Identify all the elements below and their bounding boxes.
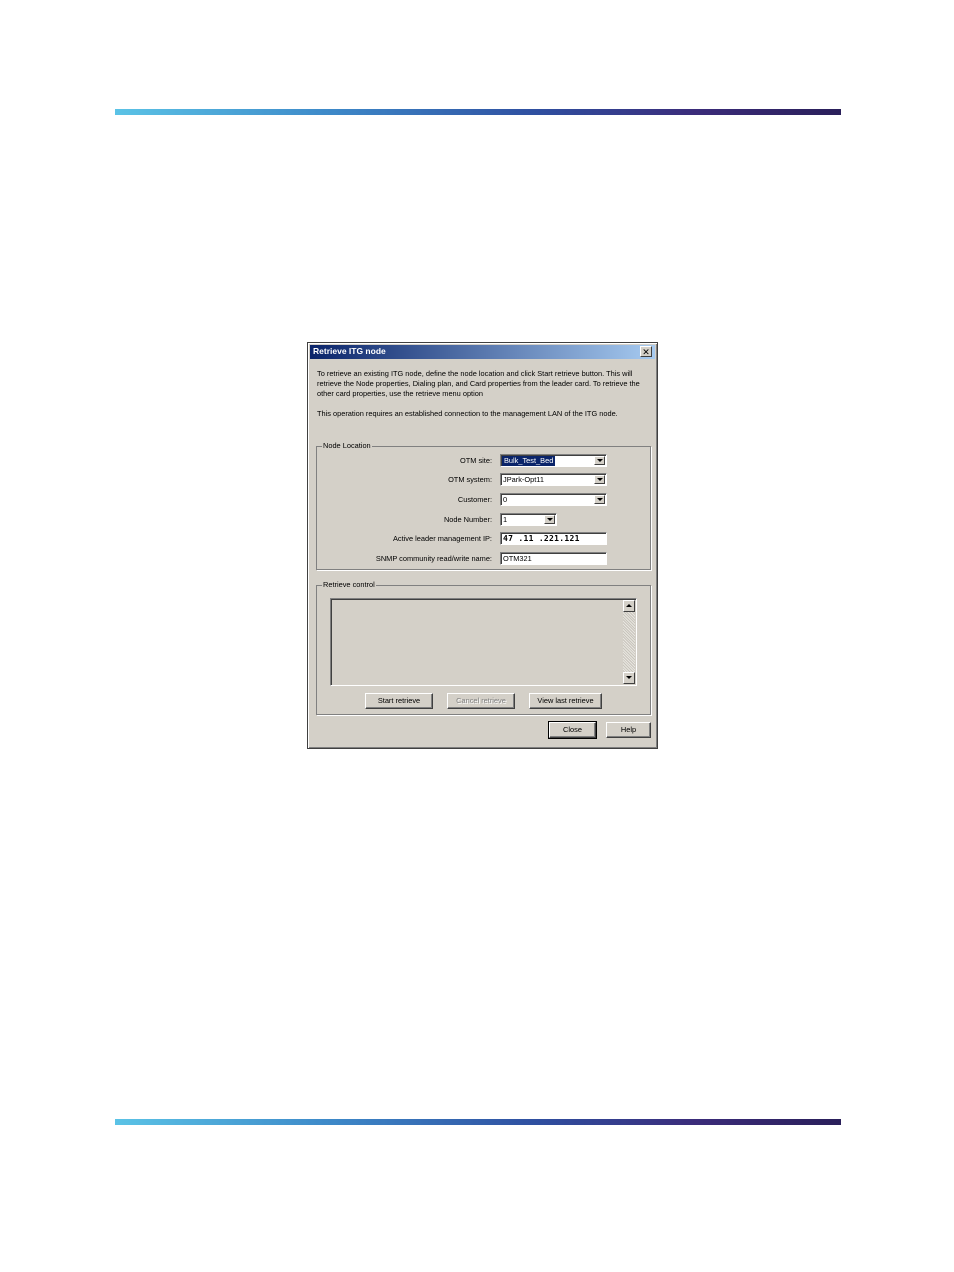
cancel-retrieve-button[interactable]: Cancel retrieve	[447, 693, 515, 709]
help-button[interactable]: Help	[606, 722, 651, 738]
view-last-retrieve-button[interactable]: View last retrieve	[529, 693, 602, 709]
customer-value: 0	[503, 495, 508, 504]
header-rule	[115, 109, 841, 115]
otm-site-value: Bulk_Test_Bed	[502, 456, 556, 466]
leader-ip-label: Active leader management IP:	[392, 534, 492, 543]
retrieve-control-label: Retrieve control	[322, 580, 376, 590]
otm-site-label: OTM site:	[459, 456, 492, 465]
node-location-label: Node Location	[322, 441, 372, 451]
otm-system-select[interactable]: JPark-Opt11	[500, 473, 607, 486]
retrieve-log[interactable]	[330, 598, 637, 686]
chevron-down-icon[interactable]	[594, 495, 605, 504]
snmp-field[interactable]: OTM321	[500, 552, 607, 565]
node-number-value: 1	[503, 515, 508, 524]
chevron-down-icon[interactable]	[544, 515, 555, 524]
close-icon[interactable]: ✕	[640, 346, 652, 357]
footer-rule	[115, 1119, 841, 1125]
customer-label: Customer:	[457, 495, 492, 504]
otm-system-value: JPark-Opt11	[503, 475, 544, 484]
node-location-group: Node Location OTM site: Bulk_Test_Bed OT…	[316, 441, 651, 570]
snmp-value: OTM321	[503, 554, 532, 563]
title-bar[interactable]: Retrieve ITG node ✕	[310, 345, 655, 359]
chevron-down-icon[interactable]	[594, 456, 605, 465]
leader-ip-field[interactable]: 47 .11 .221.121	[500, 532, 607, 545]
chevron-down-icon[interactable]	[594, 475, 605, 484]
intro-paragraph: To retrieve an existing ITG node, define…	[317, 369, 640, 398]
intro-text: To retrieve an existing ITG node, define…	[317, 369, 657, 429]
intro-paragraph: This operation requires an established c…	[317, 409, 618, 418]
start-retrieve-button[interactable]: Start retrieve	[365, 693, 433, 709]
retrieve-itg-node-dialog: Retrieve ITG node ✕ To retrieve an exist…	[307, 342, 658, 749]
otm-system-label: OTM system:	[448, 475, 492, 484]
otm-site-select[interactable]: Bulk_Test_Bed	[500, 454, 607, 467]
vertical-scrollbar[interactable]	[623, 600, 635, 684]
customer-select[interactable]: 0	[500, 493, 607, 506]
snmp-label: SNMP community read/write name:	[375, 554, 492, 563]
node-number-label: Node Number:	[443, 515, 492, 524]
node-number-select[interactable]: 1	[500, 513, 557, 526]
close-button[interactable]: Close	[548, 721, 597, 739]
scroll-down-icon[interactable]	[623, 672, 635, 684]
dialog-title: Retrieve ITG node	[313, 346, 386, 356]
scroll-up-icon[interactable]	[623, 600, 635, 612]
leader-ip-value: 47 .11 .221.121	[503, 534, 580, 543]
